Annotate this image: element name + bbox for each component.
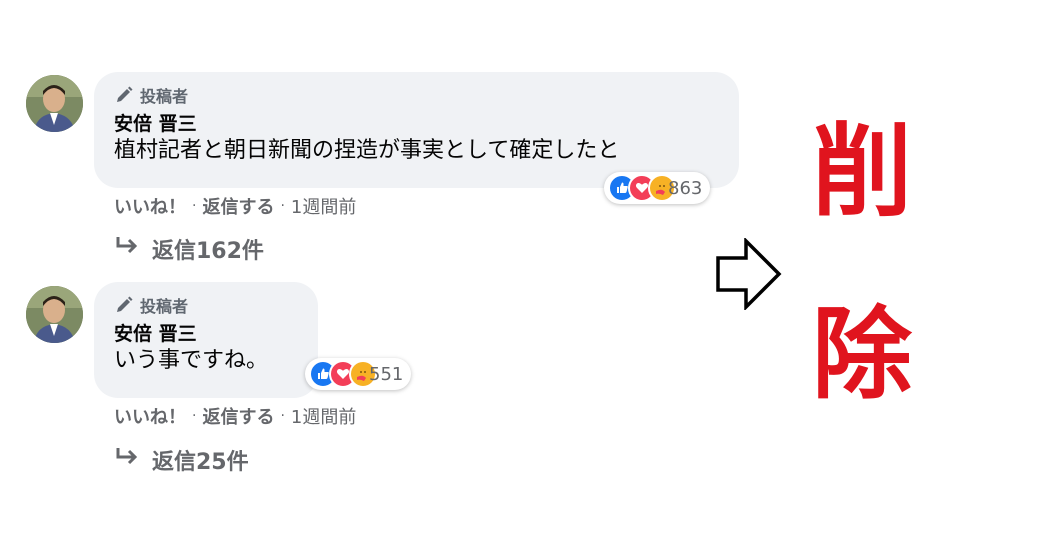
outline-right-arrow-icon [716, 236, 782, 314]
separator-dot: · [280, 408, 285, 424]
deleted-label-char-1: 削 [812, 113, 912, 230]
author-badge: 投稿者 [114, 84, 719, 106]
reply-button[interactable]: 返信する [202, 193, 274, 219]
author-name[interactable]: 安倍 晋三 [114, 112, 719, 136]
reaction-summary[interactable]: 551 [305, 358, 412, 390]
separator-dot: · [192, 198, 197, 214]
comment-bubble: 投稿者 安倍 晋三 植村記者と朝日新聞の捏造が事実として確定したと [94, 72, 739, 188]
author-badge-label: 投稿者 [140, 297, 189, 316]
separator-dot: · [192, 408, 197, 424]
comment-text: 植村記者と朝日新聞の捏造が事実として確定したと [114, 138, 620, 163]
like-button[interactable]: いいね！ [114, 193, 186, 219]
avatar[interactable] [26, 286, 83, 343]
timestamp[interactable]: 1週間前 [291, 403, 356, 429]
view-replies-button[interactable]: 返信25件 [114, 444, 249, 476]
replies-label: 返信162件 [152, 239, 264, 264]
author-badge-label: 投稿者 [140, 87, 189, 106]
comment-bubble: 投稿者 安倍 晋三 いう事ですね。 [94, 282, 318, 398]
deleted-label-char-2: 除 [812, 296, 912, 413]
separator-dot: · [280, 198, 285, 214]
comment-text: いう事ですね。 [114, 348, 269, 373]
replies-label: 返信25件 [152, 450, 249, 475]
reaction-summary[interactable]: 863 [604, 172, 711, 204]
reply-arrow-icon [114, 235, 140, 263]
pen-icon [114, 295, 134, 315]
comment-actions: いいね！ · 返信する · 1週間前 [114, 193, 356, 219]
author-name[interactable]: 安倍 晋三 [114, 322, 298, 346]
author-badge: 投稿者 [114, 294, 298, 316]
like-button[interactable]: いいね！ [114, 403, 186, 429]
comment-actions: いいね！ · 返信する · 1週間前 [114, 403, 356, 429]
reaction-count: 551 [369, 363, 404, 385]
reply-button[interactable]: 返信する [202, 403, 274, 429]
avatar[interactable] [26, 75, 83, 132]
pen-icon [114, 85, 134, 105]
view-replies-button[interactable]: 返信162件 [114, 233, 264, 265]
reply-arrow-icon [114, 446, 140, 474]
timestamp[interactable]: 1週間前 [291, 193, 356, 219]
reaction-count: 863 [668, 177, 703, 199]
